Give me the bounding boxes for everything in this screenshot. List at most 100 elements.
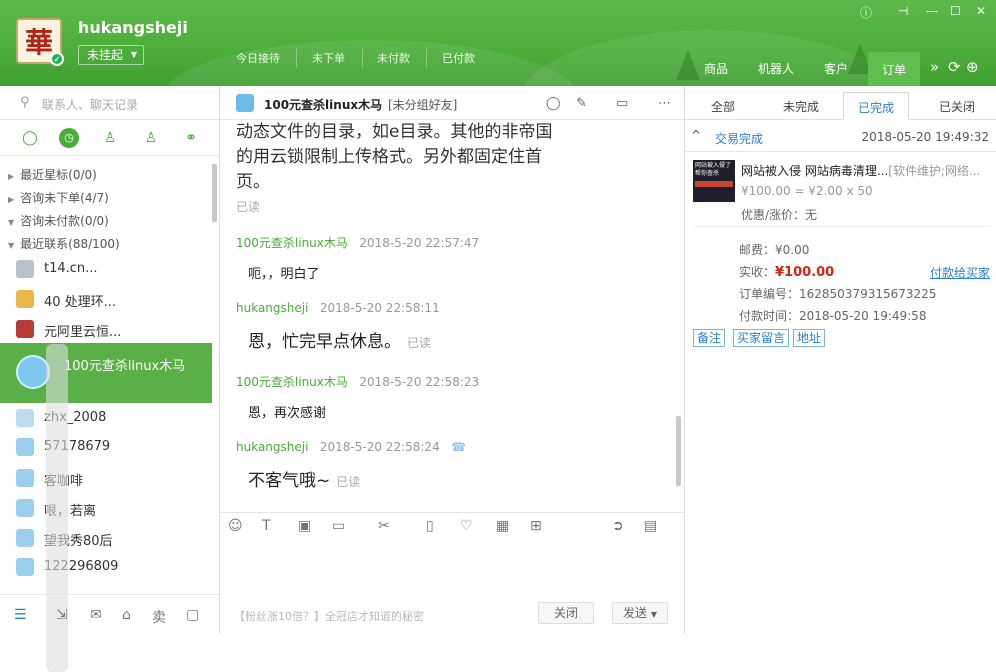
contact-item-selected[interactable]: 100元查杀linux木马 (0, 343, 212, 403)
stat-today-reception[interactable]: 今日接待 (236, 50, 280, 66)
nav-robot[interactable]: 机器人 (758, 60, 794, 77)
help-icon[interactable]: ⓘ (860, 4, 872, 21)
arrow-circle-icon[interactable]: ➲ (612, 518, 624, 534)
mail-icon[interactable]: ✉ (90, 607, 102, 623)
coupon-icon[interactable]: ⊞ (530, 518, 542, 534)
ad-link[interactable]: 【粉丝涨10倍？】全冠店才知道的秘密 (234, 608, 424, 624)
chat-message: 100元查杀linux木马 2018-5-20 22:57:47 呃，，明白了 (236, 234, 479, 282)
message-input[interactable]: 【粉丝涨10倍？】全冠店才知道的秘密 关闭 发送 ▼ (220, 540, 684, 634)
stat-paid[interactable]: 已付款 (442, 50, 475, 66)
contact-item[interactable]: 客咖啡 (0, 463, 212, 493)
message-text: 恩，再次感谢 (248, 406, 327, 421)
minimize-icon[interactable]: — (926, 4, 938, 18)
video-icon[interactable]: ▭ (616, 96, 628, 111)
nav-customers[interactable]: 客户 (824, 60, 848, 77)
network-icon[interactable]: ⚭ (181, 128, 201, 148)
close-button[interactable]: 关闭 (538, 602, 594, 624)
paid-label: 实收： (739, 265, 776, 279)
note-tag[interactable]: 备注 (693, 329, 726, 347)
message-text: 恩，忙完早点休息。 (248, 332, 401, 352)
message-text: 不客气哦~ (248, 471, 331, 491)
search-box[interactable]: ⚲ 联系人、聊天记录 (0, 86, 219, 120)
heart-icon[interactable]: ♡ (460, 518, 473, 534)
search-placeholder: 联系人、聊天记录 (42, 98, 139, 112)
stat-unpaid[interactable]: 未付款 (377, 50, 410, 66)
more-arrows-icon[interactable]: » (930, 58, 939, 76)
product-title[interactable]: 网站被入侵 网站病毒清理...[软件维护;网络... (741, 162, 991, 179)
group-starred[interactable]: ▶ 最近星标(0/0) (8, 166, 97, 183)
search-icon: ⚲ (20, 95, 30, 110)
order-status: 交易完成 (715, 132, 764, 146)
contact-item[interactable]: zhx_2008 (0, 403, 212, 433)
menu-icon[interactable]: ☰ (14, 607, 27, 623)
more-icon[interactable]: ⋯ (658, 96, 671, 111)
edit-icon[interactable]: ✎ (576, 96, 587, 111)
message-sender: hukangsheji (236, 301, 309, 315)
paid-value: ¥100.00 (775, 265, 835, 280)
divider (693, 226, 989, 227)
contacts-scrollbar[interactable] (212, 164, 217, 222)
contact-item[interactable]: t14.cn... (0, 254, 212, 284)
logo-character: 華 (24, 26, 53, 59)
close-icon[interactable]: ✕ (976, 4, 986, 18)
contact-item[interactable]: 哏，若离 (0, 493, 212, 523)
tab-incomplete[interactable]: 未完成 (783, 98, 819, 115)
group-recent[interactable]: ▼ 最近联系(88/100) (8, 235, 120, 252)
contact-item[interactable]: 122296809 (0, 552, 212, 582)
chat-scrollbar[interactable] (676, 416, 681, 486)
clock-icon[interactable]: ◷ (59, 128, 79, 148)
caret-right-icon: ▶ (8, 172, 15, 181)
pin-icon[interactable]: ⊣ (898, 4, 908, 18)
group-not-ordered[interactable]: ▶ 咨询未下单(4/7) (8, 189, 109, 206)
pay-buyer-link[interactable]: 付款给买家 (930, 264, 990, 281)
tab-all[interactable]: 全部 (711, 98, 735, 115)
maximize-icon[interactable]: ☐ (950, 4, 961, 18)
product-category: [软件维护;网络... (888, 164, 981, 178)
person-icon[interactable]: ♙ (100, 128, 120, 148)
shop-logo[interactable]: 華 ✓ (16, 18, 64, 66)
caret-down-icon: ▼ (8, 218, 15, 227)
store-icon[interactable]: ⌂ (122, 607, 131, 623)
calculator-icon[interactable]: ▦ (496, 518, 509, 534)
contact-item[interactable]: 57178679 (0, 432, 212, 462)
stat-not-ordered[interactable]: 未下单 (312, 50, 345, 66)
message-sender: 100元查杀linux木马 (236, 236, 348, 250)
history-icon[interactable]: ▤ (644, 518, 657, 534)
folder-icon[interactable]: ▭ (332, 518, 345, 534)
contact-item[interactable]: 望我秀80后 (0, 523, 212, 553)
chat-bubble-icon[interactable]: ◯ (546, 96, 561, 111)
contact-item[interactable]: 元阿里云恒... (0, 314, 212, 344)
contact-name: 客咖啡 (44, 470, 204, 489)
contact-item[interactable]: 40 处理环... (0, 284, 212, 314)
group-label: 最近星标(0/0) (20, 168, 97, 182)
nav-orders[interactable]: 订单 (868, 52, 921, 86)
contact-name: 100元查杀linux木马 (64, 359, 186, 374)
export-icon[interactable]: ⇲ (56, 607, 68, 623)
send-button[interactable]: 发送 ▼ (612, 602, 668, 624)
refresh-icon[interactable]: ⟳ (948, 58, 961, 76)
window-icon[interactable]: ▢ (186, 607, 199, 623)
address-tag[interactable]: 地址 (793, 329, 826, 347)
online-check-icon: ✓ (50, 52, 64, 66)
buyer-message-tag[interactable]: 买家留言 (733, 329, 790, 347)
emoji-icon[interactable]: ☺ (228, 518, 243, 534)
chat-toolbar: ☺ T ▣ ▭ ✂ ▯ ♡ ▦ ⊞ ➲ ▤ (220, 512, 684, 540)
chat-bubble-icon[interactable]: ◯ (20, 128, 40, 148)
avatar (16, 558, 34, 576)
group-unpaid[interactable]: ▼ 咨询未付款(0/0) (8, 212, 109, 229)
people-icon[interactable]: ♙ (141, 128, 161, 148)
tab-completed[interactable]: 已完成 (843, 92, 910, 120)
sell-icon[interactable]: 卖 (152, 607, 166, 627)
status-dropdown[interactable]: 未挂起 ▼ (78, 45, 144, 65)
vibrate-icon[interactable]: ▯ (426, 518, 434, 534)
product-thumbnail[interactable]: 网站被入侵了 帮你查杀 (693, 160, 735, 202)
image-icon[interactable]: ▣ (298, 518, 311, 534)
scissors-icon[interactable]: ✂ (378, 518, 390, 534)
add-circle-icon[interactable]: ⊕ (966, 58, 979, 76)
image-banner (695, 181, 733, 187)
tab-closed[interactable]: 已关闭 (939, 98, 975, 115)
group-label: 咨询未付款(0/0) (20, 214, 109, 228)
order-header[interactable]: ^ 交易完成 2018-05-20 19:49:32 (685, 122, 996, 152)
font-icon[interactable]: T (262, 518, 271, 534)
nav-products[interactable]: 商品 (704, 60, 728, 77)
